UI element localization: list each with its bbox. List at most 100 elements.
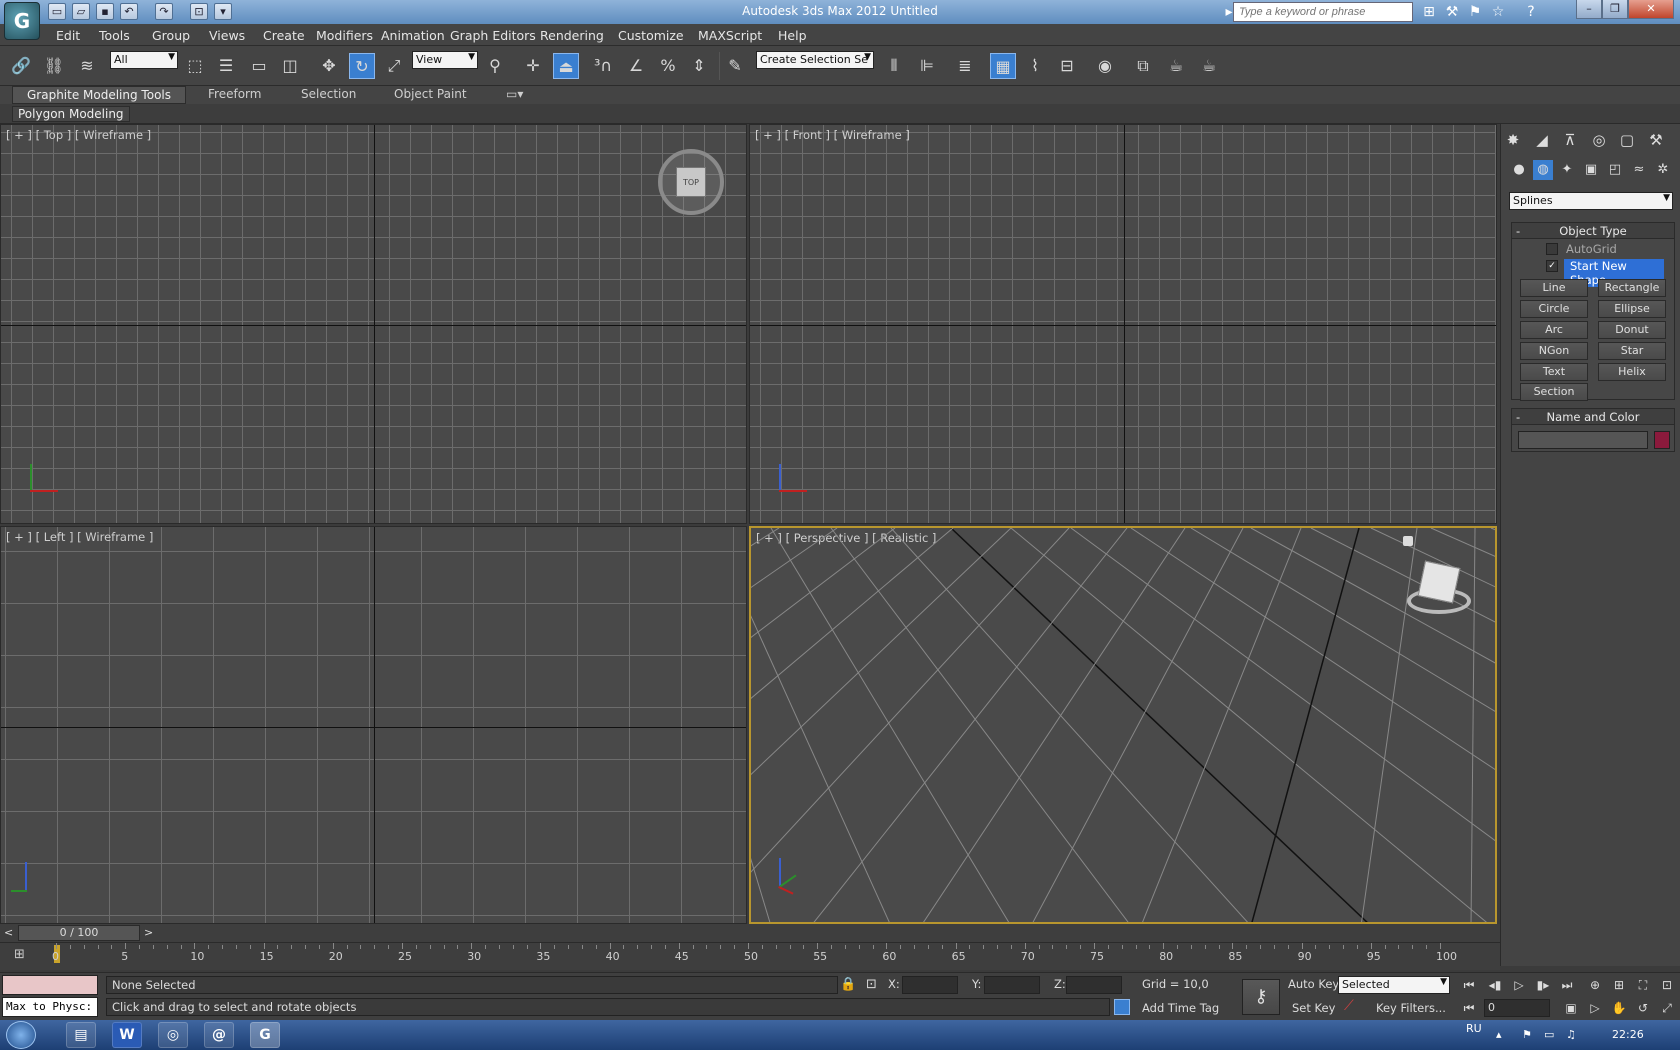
name-and-color-header[interactable]: - Name and Color [1512,409,1674,425]
maximize-button[interactable]: ❐ [1602,0,1628,19]
rectangle-button[interactable]: Rectangle [1598,279,1666,297]
zoom-extents-all-icon[interactable]: ⊡ [1656,975,1678,995]
rendered-frame-window-icon[interactable]: ☕ [1163,53,1189,79]
select-and-scale-icon[interactable]: ⤢ [381,53,407,79]
viewport-perspective[interactable]: [ + ] [ Perspective ] [ Realistic ] [749,526,1497,924]
menu-create[interactable]: Create [263,28,305,43]
new-file-icon[interactable]: ▭ [48,3,66,20]
tab-selection[interactable]: Selection [291,86,366,104]
y-coordinate-input[interactable] [984,976,1040,994]
select-and-rotate-icon[interactable]: ↻ [349,53,375,79]
shapes-icon[interactable]: ◍ [1533,160,1553,180]
select-by-name-icon[interactable]: ☰ [213,53,239,79]
x-coordinate-input[interactable] [902,976,958,994]
zoom-icon[interactable]: ⊕ [1584,975,1606,995]
word-taskbar-icon[interactable]: W [112,1022,142,1048]
tab-freeform[interactable]: Freeform [198,86,271,104]
help-search-input[interactable] [1233,2,1413,22]
time-tag-icon[interactable] [1114,999,1130,1015]
explorer-taskbar-icon[interactable]: ▤ [66,1022,96,1048]
volume-icon[interactable]: ♫ [1566,1028,1576,1041]
modify-tab-icon[interactable]: ◢ [1530,128,1554,152]
application-menu-icon[interactable]: G [4,2,40,40]
viewport-top[interactable]: [ + ] [ Top ] [ Wireframe ] TOP [0,124,747,524]
object-color-swatch[interactable] [1654,431,1670,449]
redo-icon[interactable]: ↷ [155,3,173,20]
cameras-icon[interactable]: ▣ [1581,160,1601,180]
helix-button[interactable]: Helix [1598,363,1666,381]
view-cube[interactable] [1407,560,1471,622]
language-indicator[interactable]: RU [1466,1022,1482,1035]
ribbon-options-icon[interactable]: ▭▾ [496,86,533,104]
favorites-star-icon[interactable]: ☆ [1489,4,1507,20]
subscription-icon[interactable]: ⚒ [1443,4,1461,20]
previous-frame-icon[interactable]: ◂▮ [1484,975,1506,995]
3dsmax-taskbar-icon[interactable]: G [250,1022,280,1048]
section-button[interactable]: Section [1520,383,1588,401]
network-icon[interactable]: ▭ [1544,1028,1554,1041]
viewport-front-label[interactable]: [ + ] [ Front ] [ Wireframe ] [755,128,910,142]
maximize-viewport-icon[interactable]: ⤢ [1656,998,1678,1018]
curve-editor-icon[interactable]: ⌇ [1022,53,1048,79]
lights-icon[interactable]: ✦ [1557,160,1577,180]
select-and-move-icon[interactable]: ✥ [316,53,342,79]
keyboard-shortcut-override-icon[interactable]: ⏏ [553,53,579,79]
viewport-top-label[interactable]: [ + ] [ Top ] [ Wireframe ] [6,128,151,142]
donut-button[interactable]: Donut [1598,321,1666,339]
prev-frame-arrow-icon[interactable]: < [4,926,13,939]
menu-animation[interactable]: Animation [381,28,445,43]
layer-manager-icon[interactable]: ≣ [952,53,978,79]
key-mode-toggle-icon[interactable]: ⏮ [1458,998,1480,1018]
undo-icon[interactable]: ↶ [120,3,138,20]
save-file-icon[interactable]: ▪ [96,3,114,20]
menu-rendering[interactable]: Rendering [540,28,604,43]
mirror-icon[interactable]: ⫴ [881,53,907,79]
align-icon[interactable]: ⊫ [914,53,940,79]
view-cube[interactable]: TOP [658,149,724,215]
set-key-button[interactable]: Set Key [1292,1001,1335,1015]
tab-object-paint[interactable]: Object Paint [384,86,477,104]
spinner-snap-icon[interactable]: ⇕ [686,53,712,79]
line-button[interactable]: Line [1520,279,1588,297]
percent-snap-icon[interactable]: % [655,53,681,79]
go-to-end-icon[interactable]: ⏭ [1556,975,1578,995]
key-filters-button[interactable]: Key Filters... [1376,1001,1446,1015]
menu-tools[interactable]: Tools [99,28,130,43]
circle-button[interactable]: Circle [1520,300,1588,318]
select-and-link-icon[interactable]: 🔗 [8,53,34,79]
tray-arrow-icon[interactable]: ▴ [1496,1028,1502,1041]
rectangular-selection-icon[interactable]: ▭ [246,53,272,79]
pivot-center-icon[interactable]: ⚲ [482,53,508,79]
angle-snap-icon[interactable]: ∠ [623,53,649,79]
motion-tab-icon[interactable]: ◎ [1587,128,1611,152]
zoom-extents-icon[interactable]: ⛶ [1632,975,1654,995]
viewport-left-label[interactable]: [ + ] [ Left ] [ Wireframe ] [6,530,153,544]
helpers-icon[interactable]: ◰ [1605,160,1625,180]
named-selection-dropdown[interactable]: Create Selection Se ▼ [756,51,874,69]
close-button[interactable]: ✕ [1628,0,1674,19]
viewport-left[interactable]: [ + ] [ Left ] [ Wireframe ] [0,526,747,924]
hierarchy-tab-icon[interactable]: ⊼ [1558,128,1582,152]
edit-named-selection-icon[interactable]: ✎ [722,53,748,79]
polygon-modeling-panel[interactable]: Polygon Modeling [12,106,130,122]
z-coordinate-input[interactable] [1066,976,1122,994]
time-configuration-icon[interactable]: ▣ [1560,998,1582,1018]
add-time-tag-label[interactable]: Add Time Tag [1142,1001,1219,1015]
mail-taskbar-icon[interactable]: @ [204,1022,234,1048]
create-tab-icon[interactable]: ✸ [1501,128,1525,152]
orbit-icon[interactable]: ↺ [1632,998,1654,1018]
text-button[interactable]: Text [1520,363,1588,381]
key-mode-dropdown[interactable]: Selected ▼ [1338,976,1450,994]
maxscript-mini-listener[interactable]: Max to Physc: [2,997,98,1017]
material-editor-icon[interactable]: ◉ [1092,53,1118,79]
binoculars-icon[interactable]: ⊞ [1420,4,1438,20]
start-new-shape-checkbox[interactable]: ✓ [1546,260,1558,272]
next-frame-icon[interactable]: ▮▸ [1532,975,1554,995]
maxscript-listener-top[interactable] [2,975,98,995]
unlink-icon[interactable]: ⛓ [41,53,67,79]
mini-curve-editor-icon[interactable]: ⊞ [14,947,25,962]
menu-maxscript[interactable]: MAXScript [698,28,762,43]
go-to-start-icon[interactable]: ⏮ [1458,975,1480,995]
zoom-all-icon[interactable]: ⊞ [1608,975,1630,995]
schematic-view-icon[interactable]: ⊟ [1054,53,1080,79]
